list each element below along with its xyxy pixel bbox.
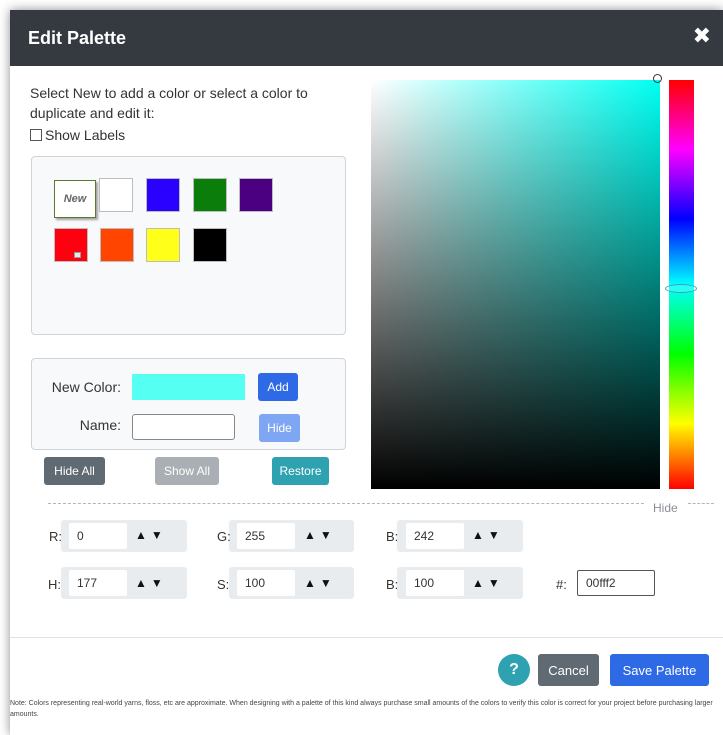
hide-button[interactable]: Hide xyxy=(259,414,300,442)
edit-palette-dialog: Edit Palette ✖ Select New to add a color… xyxy=(10,10,723,735)
new-color-panel: New Color: Add Name: Hide xyxy=(31,358,346,450)
hide-picker-link[interactable]: Hide xyxy=(653,501,678,515)
blue-input[interactable]: 242 xyxy=(406,523,464,549)
swatch-red[interactable] xyxy=(54,228,88,262)
brightness-stepper[interactable]: ▲▼ xyxy=(472,576,504,590)
disclaimer-note: Note: Colors representing real-world yar… xyxy=(10,700,713,718)
swatch-blue[interactable] xyxy=(146,178,180,212)
add-button[interactable]: Add xyxy=(258,373,298,401)
red-input[interactable]: 0 xyxy=(69,523,127,549)
hide-all-button[interactable]: Hide All xyxy=(44,457,105,485)
new-color-label: New Color: xyxy=(51,379,121,395)
saturation-label: S: xyxy=(217,577,230,592)
save-palette-button[interactable]: Save Palette xyxy=(610,654,709,686)
swatch-green[interactable] xyxy=(193,178,227,212)
swatch-orange[interactable] xyxy=(100,228,134,262)
hex-label: #: xyxy=(556,577,567,592)
new-color-preview xyxy=(132,374,245,400)
hue-input[interactable]: 177 xyxy=(69,570,127,596)
show-labels-label: Show Labels xyxy=(45,127,126,143)
blue-label: B: xyxy=(386,529,399,544)
show-labels-toggle[interactable]: Show Labels xyxy=(30,127,125,143)
name-label: Name: xyxy=(79,417,121,433)
help-button[interactable]: ? xyxy=(498,654,530,686)
swatch-yellow[interactable] xyxy=(146,228,180,262)
palette-swatches: New xyxy=(31,156,346,335)
swatch-purple[interactable] xyxy=(239,178,273,212)
brightness-label: B: xyxy=(386,577,399,592)
saturation-input[interactable]: 100 xyxy=(237,570,295,596)
restore-button[interactable]: Restore xyxy=(272,457,329,485)
blue-stepper[interactable]: ▲▼ xyxy=(472,528,504,542)
dialog-title: Edit Palette xyxy=(28,28,127,48)
green-label: G: xyxy=(217,529,231,544)
new-swatch-label: New xyxy=(63,193,87,205)
saturation-value-picker[interactable] xyxy=(371,80,660,489)
brightness-input[interactable]: 100 xyxy=(406,570,464,596)
intro-text: Select New to add a color or select a co… xyxy=(30,85,308,121)
hex-input[interactable]: 00fff2 xyxy=(577,570,655,596)
saturation-stepper[interactable]: ▲▼ xyxy=(304,576,336,590)
close-icon[interactable]: ✖ xyxy=(693,24,711,48)
swatch-label-icon xyxy=(74,252,81,258)
picker-divider-right xyxy=(688,503,714,504)
color-name-input[interactable] xyxy=(132,414,235,440)
dialog-titlebar: Edit Palette ✖ xyxy=(10,10,723,66)
red-label: R: xyxy=(49,529,62,544)
hue-slider-handle[interactable] xyxy=(665,284,697,293)
cancel-button[interactable]: Cancel xyxy=(538,654,599,686)
swatch-black[interactable] xyxy=(193,228,227,262)
hue-label: H: xyxy=(48,577,61,592)
swatch-white[interactable] xyxy=(99,178,133,212)
green-input[interactable]: 255 xyxy=(237,523,295,549)
hue-stepper[interactable]: ▲▼ xyxy=(135,576,167,590)
footer-divider xyxy=(10,637,723,638)
picker-divider xyxy=(48,503,644,504)
green-stepper[interactable]: ▲▼ xyxy=(304,528,336,542)
red-stepper[interactable]: ▲▼ xyxy=(135,528,167,542)
new-swatch-button[interactable]: New xyxy=(54,180,96,218)
show-labels-checkbox[interactable] xyxy=(30,129,42,141)
show-all-button[interactable]: Show All xyxy=(155,457,219,485)
sv-picker-handle[interactable] xyxy=(653,74,662,83)
